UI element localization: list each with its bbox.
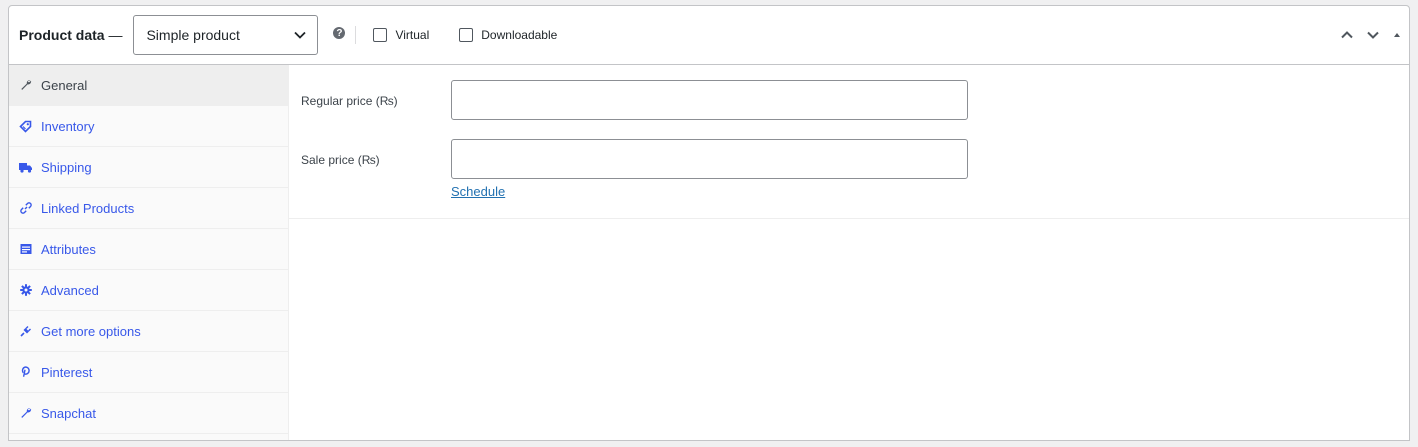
pricing-fields: Regular price (₨) Sale price (₨) Schedul… xyxy=(289,65,1409,219)
header-divider xyxy=(355,26,357,44)
regular-price-label: Regular price (₨) xyxy=(301,94,398,108)
panel-title: Product data — xyxy=(19,27,123,43)
virtual-checkbox[interactable] xyxy=(373,28,388,42)
chevron-down-icon xyxy=(1367,31,1379,39)
tab-shipping[interactable]: Shipping xyxy=(9,147,288,188)
sale-price-input[interactable] xyxy=(451,139,968,179)
downloadable-option[interactable]: Downloadable xyxy=(459,28,557,42)
tab-label-shipping: Shipping xyxy=(41,159,92,175)
sale-price-label: Sale price (₨) xyxy=(301,153,380,167)
gear-icon xyxy=(19,284,32,297)
product-type-value: Simple product xyxy=(146,27,240,43)
product-data-header: Product data — Simple product ? Virtual … xyxy=(9,6,1409,65)
product-data-tabs: General Inventory Shipping Linked Produc… xyxy=(9,65,289,440)
tab-attributes[interactable]: Attributes xyxy=(9,229,288,270)
regular-price-input[interactable] xyxy=(451,80,968,120)
truck-icon xyxy=(19,161,32,174)
tab-label-general: General xyxy=(41,77,88,93)
tab-label-get-more-options: Get more options xyxy=(41,323,141,339)
schedule-link[interactable]: Schedule xyxy=(451,184,505,199)
downloadable-label: Downloadable xyxy=(481,28,558,42)
chevron-up-icon xyxy=(1341,31,1353,39)
tab-get-more-options[interactable]: Get more options xyxy=(9,311,288,352)
tab-label-linked-products: Linked Products xyxy=(41,200,135,216)
plugin-icon xyxy=(19,325,32,338)
product-data-panel: Product data — Simple product ? Virtual … xyxy=(8,5,1410,441)
toggle-panel-button[interactable] xyxy=(1386,22,1408,48)
tab-label-snapchat: Snapchat xyxy=(41,405,96,421)
move-up-button[interactable] xyxy=(1334,22,1360,48)
tab-label-advanced: Advanced xyxy=(41,282,99,298)
tab-general[interactable]: General xyxy=(9,65,288,106)
list-table-icon xyxy=(19,243,32,256)
move-down-button[interactable] xyxy=(1360,22,1386,48)
link-icon xyxy=(19,202,32,215)
wrench-icon xyxy=(19,407,32,420)
tab-pinterest[interactable]: Pinterest xyxy=(9,352,288,393)
help-icon[interactable]: ? xyxy=(333,27,346,39)
virtual-label: Virtual xyxy=(395,28,430,42)
downloadable-checkbox[interactable] xyxy=(459,28,474,42)
tab-label-inventory: Inventory xyxy=(41,118,95,134)
tab-snapchat[interactable]: Snapchat xyxy=(9,393,288,434)
product-data-body: General Inventory Shipping Linked Produc… xyxy=(9,65,1409,440)
pinterest-icon xyxy=(19,366,32,379)
panel-controls xyxy=(1334,6,1409,64)
wrench-icon xyxy=(19,79,32,92)
tab-label-attributes: Attributes xyxy=(41,241,96,257)
tab-linked-products[interactable]: Linked Products xyxy=(9,188,288,229)
tag-icon xyxy=(19,120,32,133)
triangle-up-icon xyxy=(1394,33,1400,37)
tab-advanced[interactable]: Advanced xyxy=(9,270,288,311)
chevron-down-icon xyxy=(294,31,307,39)
tab-label-pinterest: Pinterest xyxy=(41,364,93,380)
general-panel: Regular price (₨) Sale price (₨) Schedul… xyxy=(289,65,1409,440)
virtual-option[interactable]: Virtual xyxy=(373,28,429,42)
tab-inventory[interactable]: Inventory xyxy=(9,106,288,147)
product-type-select[interactable]: Simple product xyxy=(133,15,319,55)
